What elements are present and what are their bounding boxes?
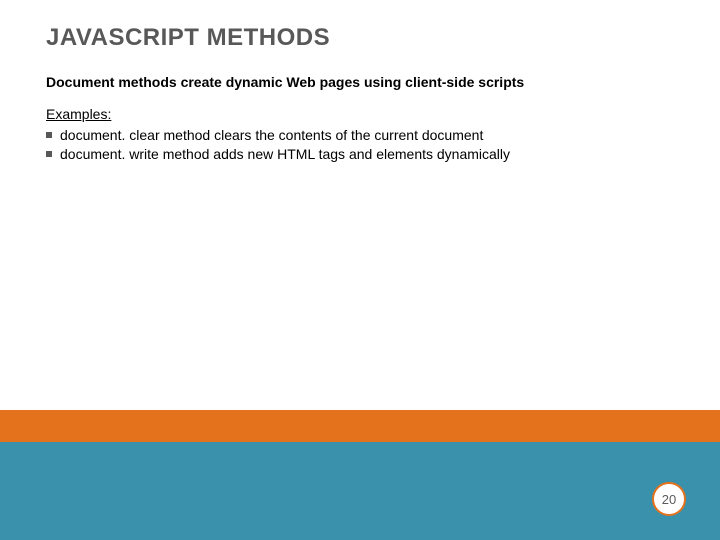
page-number: 20 <box>662 492 676 507</box>
orange-band <box>0 410 720 442</box>
bullet-list: document. clear method clears the conten… <box>46 126 674 164</box>
slide-subtitle: Document methods create dynamic Web page… <box>46 74 674 90</box>
teal-band <box>0 442 720 540</box>
slide-title: JAVASCRIPT METHODS <box>46 24 674 52</box>
page-number-badge: 20 <box>652 482 686 516</box>
content-area: JAVASCRIPT METHODS Document methods crea… <box>46 24 674 164</box>
slide: JAVASCRIPT METHODS Document methods crea… <box>0 0 720 540</box>
list-item: document. clear method clears the conten… <box>46 126 674 145</box>
examples-label: Examples: <box>46 106 674 122</box>
list-item: document. write method adds new HTML tag… <box>46 145 674 164</box>
footer: 20 <box>0 410 720 540</box>
